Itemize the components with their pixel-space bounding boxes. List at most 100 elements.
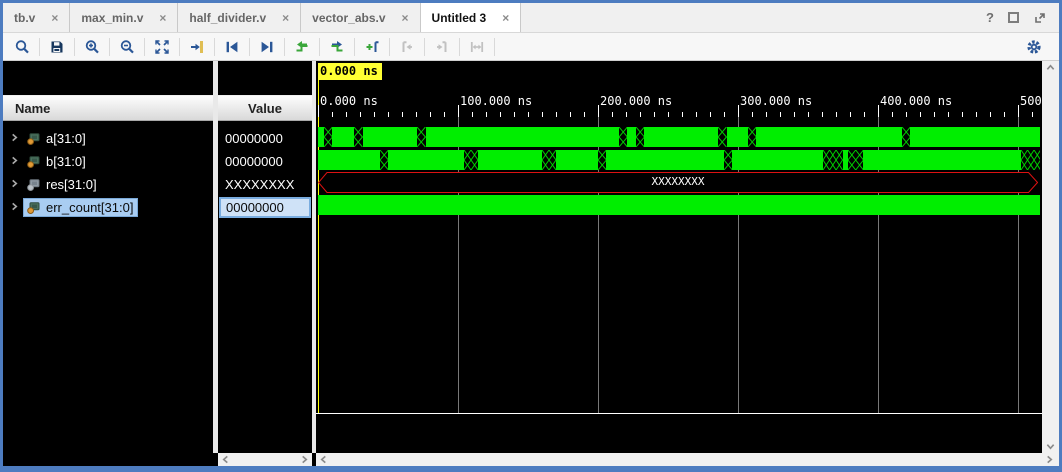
minor-tick bbox=[402, 112, 403, 117]
name-column-header[interactable]: Name bbox=[3, 95, 213, 121]
major-tick bbox=[1018, 105, 1019, 117]
signal-row-b310[interactable]: b[31:0] bbox=[3, 150, 213, 173]
wave-row-err_count310[interactable] bbox=[316, 195, 1042, 215]
tab-close-icon[interactable]: × bbox=[51, 11, 58, 25]
toolbar-separator bbox=[319, 38, 320, 56]
tab-tb-v[interactable]: tb.v× bbox=[3, 3, 70, 32]
grid-bottom-line bbox=[316, 413, 1042, 414]
maximize-icon[interactable] bbox=[1008, 12, 1019, 23]
tab-label: max_min.v bbox=[81, 11, 143, 25]
go-to-time-0-button[interactable] bbox=[217, 35, 247, 59]
waveform-canvas[interactable]: 0.000 ns 0.000 ns100.000 ns200.000 ns300… bbox=[316, 61, 1042, 453]
minor-tick bbox=[976, 112, 977, 117]
wave-row-a310[interactable] bbox=[316, 127, 1042, 147]
minor-tick bbox=[780, 112, 781, 117]
scroll-down-arrow-icon[interactable] bbox=[1046, 442, 1055, 451]
expand-chevron-icon[interactable] bbox=[10, 179, 24, 191]
toolbar-separator bbox=[424, 38, 425, 56]
tab-close-icon[interactable]: × bbox=[502, 11, 509, 25]
scroll-right-arrow-icon[interactable] bbox=[1045, 455, 1054, 464]
float-icon[interactable] bbox=[1033, 11, 1047, 25]
scroll-right-arrow-icon[interactable] bbox=[300, 455, 309, 464]
bus-transition-glyph bbox=[380, 150, 388, 170]
expand-chevron-icon[interactable] bbox=[10, 133, 24, 145]
minor-tick bbox=[346, 112, 347, 117]
tab-untitled-3[interactable]: Untitled 3 × bbox=[421, 3, 522, 32]
toolbar-separator bbox=[74, 38, 75, 56]
bus-transition-glyph bbox=[848, 150, 863, 170]
ruler-tick-label: 0.000 ns bbox=[320, 94, 378, 108]
zoom-fit-button[interactable] bbox=[147, 35, 177, 59]
toolbar-separator bbox=[144, 38, 145, 56]
signal-names-panel: Name a[31:0] b[31:0] res[31:0] err_count[31… bbox=[3, 61, 213, 453]
tab-half-divider-v[interactable]: half_divider.v× bbox=[178, 3, 301, 32]
find-button[interactable] bbox=[7, 35, 37, 59]
value-row-b310[interactable]: 00000000 bbox=[218, 150, 312, 173]
value-row-res310[interactable]: XXXXXXXX bbox=[218, 173, 312, 196]
minor-tick bbox=[724, 112, 725, 117]
values-horizontal-scrollbar[interactable] bbox=[218, 453, 312, 466]
signal-bus-bar bbox=[318, 195, 1040, 215]
go-to-cursor-button[interactable] bbox=[182, 35, 212, 59]
next-marker-button bbox=[427, 35, 457, 59]
minor-tick bbox=[794, 112, 795, 117]
bus-transition-glyph bbox=[542, 150, 556, 170]
minor-tick bbox=[528, 112, 529, 117]
minor-tick bbox=[864, 112, 865, 117]
signal-row-a310[interactable]: a[31:0] bbox=[3, 127, 213, 150]
selected-signal-highlight: err_count[31:0] bbox=[24, 199, 137, 216]
next-transition-button[interactable] bbox=[322, 35, 352, 59]
tab-close-icon[interactable]: × bbox=[159, 11, 166, 25]
minor-tick bbox=[822, 112, 823, 117]
value-column-header[interactable]: Value bbox=[218, 95, 312, 121]
go-to-last-time-button[interactable] bbox=[252, 35, 282, 59]
selected-signal-value: 00000000 bbox=[219, 197, 311, 218]
signal-name-label: b[31:0] bbox=[46, 154, 86, 169]
bus-transition-glyph bbox=[718, 127, 726, 147]
wave-row-res310[interactable]: XXXXXXXX bbox=[316, 172, 1042, 193]
tab-max-min-v[interactable]: max_min.v × bbox=[70, 3, 178, 32]
signal-value: 00000000 bbox=[218, 131, 312, 146]
minor-tick bbox=[444, 112, 445, 117]
previous-transition-button[interactable] bbox=[287, 35, 317, 59]
save-wave-config-button[interactable] bbox=[42, 35, 72, 59]
ruler-tick-label: 400.000 ns bbox=[880, 94, 952, 108]
minor-tick bbox=[514, 112, 515, 117]
tab-label: vector_abs.v bbox=[312, 11, 385, 25]
toolbar-separator bbox=[354, 38, 355, 56]
scroll-left-arrow-icon[interactable] bbox=[319, 455, 328, 464]
bus-icon bbox=[26, 156, 41, 168]
value-column-label: Value bbox=[248, 101, 282, 116]
help-icon[interactable]: ? bbox=[986, 10, 994, 25]
tab-close-icon[interactable]: × bbox=[282, 11, 289, 25]
settings-button[interactable] bbox=[1019, 35, 1049, 59]
tab-vector-abs-v[interactable]: vector_abs.v × bbox=[301, 3, 420, 32]
minor-tick bbox=[1004, 112, 1005, 117]
signal-row-res310[interactable]: res[31:0] bbox=[3, 173, 213, 196]
corner-scroll-button[interactable] bbox=[1042, 453, 1059, 466]
scroll-left-arrow-icon[interactable] bbox=[221, 455, 230, 464]
add-marker-button[interactable] bbox=[357, 35, 387, 59]
signal-row-err_count310[interactable]: err_count[31:0] bbox=[3, 196, 213, 219]
zoom-in-button[interactable] bbox=[77, 35, 107, 59]
minor-tick bbox=[542, 112, 543, 117]
wave-horizontal-scrollbar[interactable] bbox=[316, 453, 1042, 466]
zoom-out-button[interactable] bbox=[112, 35, 142, 59]
wave-row-b310[interactable] bbox=[316, 150, 1042, 170]
swap-cursors-button bbox=[462, 35, 492, 59]
minor-tick bbox=[654, 112, 655, 117]
toolbar-separator bbox=[179, 38, 180, 56]
signal-values-panel: Value 0000000000000000XXXXXXXX00000000 bbox=[218, 61, 312, 453]
minor-tick bbox=[682, 112, 683, 117]
minor-tick bbox=[710, 112, 711, 117]
expand-chevron-icon[interactable] bbox=[10, 156, 24, 168]
tab-label: Untitled 3 bbox=[432, 11, 487, 25]
bus-icon bbox=[26, 133, 41, 145]
expand-chevron-icon[interactable] bbox=[10, 202, 24, 214]
minor-tick bbox=[990, 112, 991, 117]
tab-close-icon[interactable]: × bbox=[402, 11, 409, 25]
vertical-scrollbar[interactable] bbox=[1042, 61, 1059, 453]
value-row-err_count310[interactable]: 00000000 bbox=[218, 196, 312, 219]
scroll-up-arrow-icon[interactable] bbox=[1046, 63, 1055, 72]
value-row-a310[interactable]: 00000000 bbox=[218, 127, 312, 150]
